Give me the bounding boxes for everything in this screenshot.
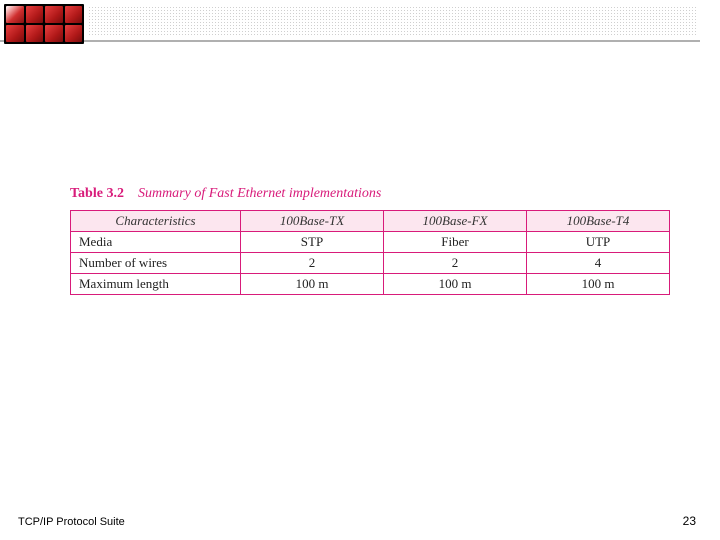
cell-value: STP: [241, 232, 384, 253]
red-grid-logo-icon: [4, 4, 84, 44]
col-header-100base-t4: 100Base-T4: [527, 211, 670, 232]
cell-value: 2: [241, 253, 384, 274]
fast-ethernet-table: Characteristics 100Base-TX 100Base-FX 10…: [70, 210, 670, 295]
row-label: Number of wires: [71, 253, 241, 274]
col-header-100base-tx: 100Base-TX: [241, 211, 384, 232]
row-label: Media: [71, 232, 241, 253]
cell-value: 2: [384, 253, 527, 274]
table-row: Media STP Fiber UTP: [71, 232, 670, 253]
table-caption: Summary of Fast Ethernet implementations: [138, 186, 381, 201]
cell-value: 100 m: [241, 274, 384, 295]
cell-value: 4: [527, 253, 670, 274]
footer-source: TCP/IP Protocol Suite: [18, 516, 125, 528]
table-label: Table 3.2: [70, 186, 124, 201]
col-header-characteristics: Characteristics: [71, 211, 241, 232]
col-header-100base-fx: 100Base-FX: [384, 211, 527, 232]
row-label: Maximum length: [71, 274, 241, 295]
table-header-row: Characteristics 100Base-TX 100Base-FX 10…: [71, 211, 670, 232]
cell-value: 100 m: [384, 274, 527, 295]
table-block: Table 3.2 Summary of Fast Ethernet imple…: [70, 186, 670, 295]
cell-value: 100 m: [527, 274, 670, 295]
header-pattern: [88, 6, 698, 36]
table-row: Maximum length 100 m 100 m 100 m: [71, 274, 670, 295]
table-title: Table 3.2 Summary of Fast Ethernet imple…: [70, 186, 670, 202]
cell-value: UTP: [527, 232, 670, 253]
header-divider: [0, 40, 700, 42]
cell-value: Fiber: [384, 232, 527, 253]
slide-header: [0, 0, 720, 46]
page-number: 23: [683, 514, 696, 528]
table-row: Number of wires 2 2 4: [71, 253, 670, 274]
